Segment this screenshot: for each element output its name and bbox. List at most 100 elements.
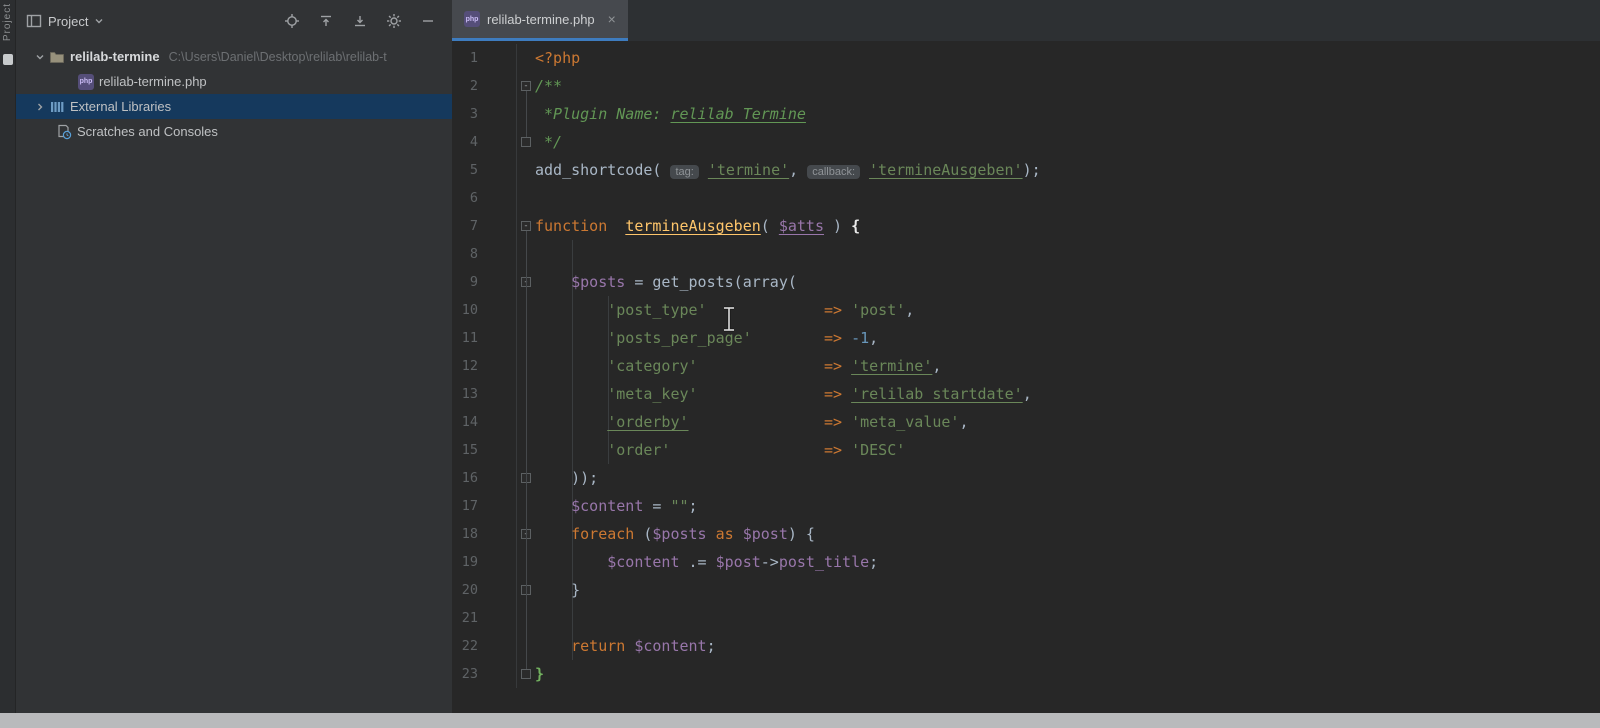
code-line[interactable]: 5 add_shortcode( tag: 'termine', callback… (452, 156, 1600, 184)
code-line[interactable]: 10 'post_type' => 'post', (452, 296, 1600, 324)
code-text[interactable]: <?php (535, 44, 580, 72)
tree-item-project-root[interactable]: relilab-termine C:\Users\Daniel\Desktop\… (16, 44, 452, 69)
line-number[interactable]: 6 (452, 190, 478, 206)
code-text[interactable]: $content = ""; (535, 492, 697, 520)
code-text[interactable]: $content .= $post->post_title; (535, 548, 878, 576)
hide-panel-icon[interactable] (420, 13, 436, 29)
tree-item-external-libraries[interactable]: External Libraries (16, 94, 452, 119)
project-panel-title[interactable]: Project (48, 14, 88, 29)
code-line[interactable]: 8 (452, 240, 1600, 268)
code-line[interactable]: 1 <?php (452, 44, 1600, 72)
code-text[interactable]: function termineAusgeben( $atts ) { (535, 212, 860, 240)
code-line[interactable]: 9- $posts = get_posts(array( (452, 268, 1600, 296)
code-text[interactable]: } (535, 576, 580, 604)
gutter-spacer (478, 240, 517, 268)
editor-tab-active[interactable]: php relilab-termine.php × (452, 0, 628, 41)
code-text[interactable]: 'posts_per_page' => -1, (535, 324, 878, 352)
line-number[interactable]: 21 (452, 610, 478, 626)
line-number[interactable]: 9 (452, 274, 478, 290)
line-number[interactable]: 8 (452, 246, 478, 262)
code-line[interactable]: 23} (452, 660, 1600, 688)
code-line[interactable]: 22 return $content; (452, 632, 1600, 660)
line-number[interactable]: 12 (452, 358, 478, 374)
code-line[interactable]: 11 'posts_per_page' => -1, (452, 324, 1600, 352)
gutter-spacer (478, 492, 517, 520)
settings-gear-icon[interactable] (386, 13, 402, 29)
code-line[interactable]: 15 'order' => 'DESC' (452, 436, 1600, 464)
chevron-collapsed-icon[interactable] (34, 102, 44, 112)
gutter-spacer (478, 296, 517, 324)
line-number[interactable]: 15 (452, 442, 478, 458)
chevron-expanded-icon[interactable] (34, 52, 44, 62)
code-line[interactable]: 12 'category' => 'termine', (452, 352, 1600, 380)
line-number[interactable]: 20 (452, 582, 478, 598)
code-area[interactable]: 1 <?php 2-/** 3 *Plugin Name: relilab Termi… (452, 41, 1600, 713)
line-number[interactable]: 13 (452, 386, 478, 402)
gutter-spacer (478, 156, 517, 184)
line-number[interactable]: 2 (452, 78, 478, 94)
code-text[interactable]: } (535, 660, 544, 688)
line-number[interactable]: 17 (452, 498, 478, 514)
code-text[interactable]: /** (535, 72, 562, 100)
project-window-icon (26, 13, 42, 29)
code-line[interactable]: 17 $content = ""; (452, 492, 1600, 520)
code-line[interactable]: 7 - function termineAusgeben( $atts ) { (452, 212, 1600, 240)
line-number[interactable]: 4 (452, 134, 478, 150)
code-line[interactable]: 14 'orderby' => 'meta_value', (452, 408, 1600, 436)
code-line[interactable]: 16 )); (452, 464, 1600, 492)
line-number[interactable]: 3 (452, 106, 478, 122)
code-text[interactable]: 'category' => 'termine', (535, 352, 941, 380)
collapse-to-bottom-icon[interactable] (352, 13, 368, 29)
code-line[interactable]: 20 } (452, 576, 1600, 604)
fold-marker-icon[interactable] (517, 669, 535, 679)
code-line[interactable]: 3 *Plugin Name: relilab Termine (452, 100, 1600, 128)
line-number[interactable]: 11 (452, 330, 478, 346)
fold-range-line (526, 539, 527, 585)
line-number[interactable]: 19 (452, 554, 478, 570)
php-file-icon: php (78, 73, 94, 90)
code-text[interactable]: $posts = get_posts(array( (535, 268, 797, 296)
code-text[interactable]: )); (535, 464, 598, 492)
gutter-spacer (478, 44, 517, 72)
code-text[interactable]: */ (535, 128, 562, 156)
line-number[interactable]: 7 (452, 218, 478, 234)
code-text[interactable]: 'post_type' => 'post', (535, 296, 914, 324)
fold-marker-icon[interactable]: - (517, 81, 535, 91)
line-number[interactable]: 5 (452, 162, 478, 178)
tree-item-php-file[interactable]: php relilab-termine.php (16, 69, 452, 94)
line-number[interactable]: 1 (452, 50, 478, 66)
code-text[interactable]: return $content; (535, 632, 716, 660)
code-text[interactable]: 'order' => 'DESC' (535, 436, 905, 464)
code-line[interactable]: 4 */ (452, 128, 1600, 156)
code-text[interactable]: 'meta_key' => 'relilab_startdate', (535, 380, 1031, 408)
tool-stripe-project-button[interactable]: Project (2, 3, 13, 41)
gutter-spacer (478, 352, 517, 380)
code-text[interactable]: foreach ($posts as $post) { (535, 520, 815, 548)
locate-file-icon[interactable] (284, 13, 300, 29)
code-line[interactable]: 18- foreach ($posts as $post) { (452, 520, 1600, 548)
code-text[interactable]: *Plugin Name: relilab Termine (535, 100, 806, 128)
collapse-to-top-icon[interactable] (318, 13, 334, 29)
code-line[interactable]: 6 (452, 184, 1600, 212)
code-line[interactable]: 13 'meta_key' => 'relilab_startdate', (452, 380, 1600, 408)
line-number[interactable]: 16 (452, 470, 478, 486)
code-line[interactable]: 21 (452, 604, 1600, 632)
chevron-down-icon[interactable] (94, 16, 104, 26)
gutter-spacer (478, 436, 517, 464)
fold-marker-icon[interactable] (517, 137, 535, 147)
line-number[interactable]: 22 (452, 638, 478, 654)
line-number[interactable]: 10 (452, 302, 478, 318)
fold-marker-icon[interactable]: - (517, 221, 535, 231)
code-line[interactable]: 2 -/** (452, 72, 1600, 100)
gutter-spacer (478, 380, 517, 408)
close-tab-icon[interactable]: × (608, 11, 616, 27)
line-number[interactable]: 23 (452, 666, 478, 682)
code-text[interactable]: 'orderby' => 'meta_value', (535, 408, 968, 436)
gutter-spacer (478, 660, 517, 688)
code-editor[interactable]: 1 <?php 2-/** 3 *Plugin Name: relilab Termi… (452, 41, 1600, 713)
code-text[interactable]: add_shortcode( tag: 'termine', callback:… (535, 156, 1041, 184)
line-number[interactable]: 14 (452, 414, 478, 430)
tree-item-scratches[interactable]: Scratches and Consoles (16, 119, 452, 144)
line-number[interactable]: 18 (452, 526, 478, 542)
code-line[interactable]: 19 $content .= $post->post_title; (452, 548, 1600, 576)
